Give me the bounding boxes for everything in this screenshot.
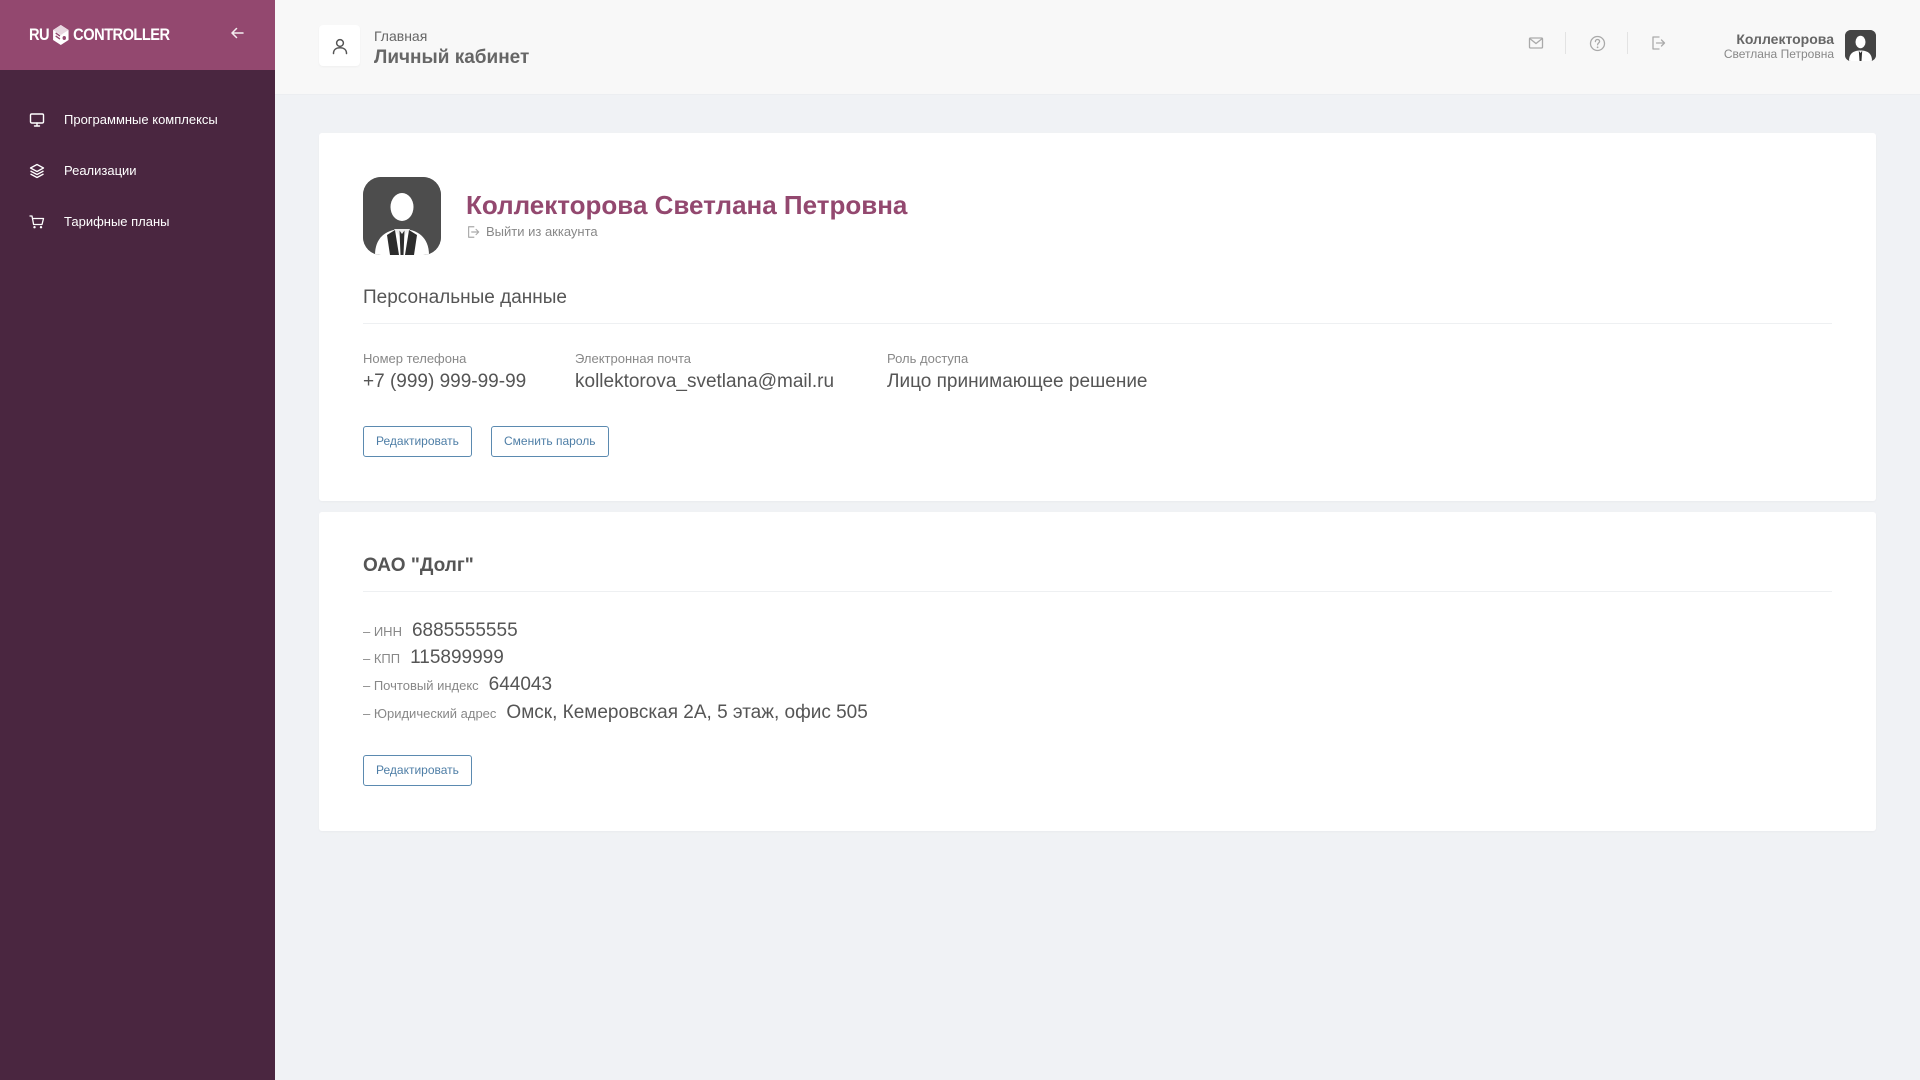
arrow-left-icon bbox=[231, 27, 244, 38]
monitor-icon bbox=[29, 112, 45, 127]
user-surname: Коллекторова bbox=[1736, 30, 1834, 47]
logout-label: Выйти из аккаунта bbox=[486, 224, 598, 239]
field-phone: Номер телефона +7 (999) 999-99-99 bbox=[363, 351, 526, 394]
profile-avatar bbox=[363, 177, 441, 255]
change-password-button[interactable]: Сменить пароль bbox=[491, 426, 609, 457]
avatar-silhouette-icon bbox=[1845, 30, 1876, 61]
user-given-names: Светлана Петровна bbox=[1723, 46, 1834, 61]
field-email: Электронная почта kollektorova_svetlana@… bbox=[575, 351, 834, 394]
sidebar-item-label: Программные комплексы bbox=[64, 112, 218, 127]
top-header: Главная Личный кабинет Коллекторова Свет… bbox=[275, 0, 1920, 95]
section-divider bbox=[363, 323, 1832, 324]
header-actions-logout bbox=[1649, 34, 1667, 52]
help-button[interactable] bbox=[1588, 34, 1606, 52]
logo-cube-icon bbox=[53, 25, 69, 45]
page-title: Личный кабинет bbox=[374, 47, 530, 68]
logout-icon bbox=[1652, 36, 1666, 50]
detail-label: – ИНН bbox=[363, 624, 402, 639]
field-label: Роль доступа bbox=[887, 351, 969, 366]
header-divider bbox=[1565, 32, 1566, 54]
company-detail-kpp: – КПП 115899999 bbox=[363, 647, 504, 669]
sidebar-item-software[interactable]: Программные комплексы bbox=[0, 94, 275, 145]
detail-value: 6885555555 bbox=[411, 620, 518, 641]
header-actions bbox=[1527, 34, 1545, 52]
logo[interactable]: RU CONTROLLER bbox=[29, 24, 170, 46]
user-names: Коллекторова Светлана Петровна bbox=[1724, 31, 1834, 61]
company-detail-postal-code: – Почтовый индекс 644043 bbox=[363, 674, 552, 696]
detail-label: – Почтовый индекс bbox=[363, 678, 479, 693]
header-actions-help bbox=[1588, 34, 1606, 52]
breadcrumb[interactable]: Главная bbox=[374, 28, 529, 44]
layers-icon bbox=[29, 163, 45, 178]
logo-text-ru: RU bbox=[29, 25, 50, 44]
profile-full-name: Коллекторова Светлана Петровна bbox=[466, 190, 908, 220]
avatar-silhouette-icon bbox=[363, 177, 441, 255]
mail-icon bbox=[1528, 37, 1544, 49]
detail-label: – Юридический адрес bbox=[363, 706, 497, 721]
sidebar-item-label: Реализации bbox=[64, 163, 137, 178]
company-detail-inn: – ИНН 6885555555 bbox=[363, 620, 518, 642]
detail-label: – КПП bbox=[363, 651, 401, 666]
company-detail-legal-address: – Юридический адрес Омск, Кемеровская 2А… bbox=[363, 702, 868, 724]
sidebar-nav: Программные комплексы Реализации Тарифны… bbox=[0, 70, 275, 247]
field-label: Номер телефона bbox=[363, 351, 467, 366]
detail-value: 115899999 bbox=[410, 647, 504, 668]
field-role: Роль доступа Лицо принимающее решение bbox=[887, 351, 1148, 394]
sidebar-collapse-button[interactable] bbox=[227, 26, 247, 45]
app: RU CONTROLLER Программные комплексы Реал… bbox=[0, 0, 1920, 1080]
page-icon bbox=[319, 25, 360, 66]
edit-company-button[interactable]: Редактировать bbox=[363, 755, 472, 786]
field-value: +7 (999) 999-99-99 bbox=[363, 371, 527, 392]
sidebar-item-tariffs[interactable]: Тарифные планы bbox=[0, 196, 275, 247]
field-value: Лицо принимающее решение bbox=[887, 371, 1148, 392]
sidebar-brand: RU CONTROLLER bbox=[0, 0, 275, 70]
edit-profile-button[interactable]: Редактировать bbox=[363, 426, 472, 457]
sidebar: RU CONTROLLER Программные комплексы Реал… bbox=[0, 0, 275, 1080]
sidebar-item-implementations[interactable]: Реализации bbox=[0, 145, 275, 196]
mail-button[interactable] bbox=[1527, 34, 1545, 52]
field-value: kollektorova_svetlana@mail.ru bbox=[575, 371, 835, 392]
section-title-personal: Персональные данные bbox=[363, 287, 567, 308]
profile-card: Коллекторова Светлана Петровна Выйти из … bbox=[319, 133, 1876, 501]
logout-icon bbox=[468, 225, 480, 238]
detail-value: Омск, Кемеровская 2А, 5 этаж, офис 505 bbox=[506, 702, 868, 723]
sidebar-item-label: Тарифные планы bbox=[64, 214, 170, 229]
cart-icon bbox=[29, 214, 45, 228]
header-titles: Главная Личный кабинет bbox=[374, 28, 529, 70]
user-menu[interactable]: Коллекторова Светлана Петровна bbox=[1724, 30, 1876, 61]
logo-text-controller: CONTROLLER bbox=[73, 25, 170, 44]
header-logout-button[interactable] bbox=[1649, 34, 1667, 52]
company-name: ОАО "Долг" bbox=[363, 555, 474, 576]
section-divider bbox=[363, 591, 1832, 592]
user-icon bbox=[332, 38, 347, 54]
detail-value: 644043 bbox=[488, 674, 553, 695]
help-icon bbox=[1589, 35, 1605, 51]
company-card: ОАО "Долг" – ИНН 6885555555 – КПП 115899… bbox=[319, 512, 1876, 831]
field-label: Электронная почта bbox=[575, 351, 692, 366]
logout-link[interactable]: Выйти из аккаунта bbox=[466, 224, 598, 239]
avatar bbox=[1845, 30, 1876, 61]
header-divider bbox=[1627, 32, 1628, 54]
